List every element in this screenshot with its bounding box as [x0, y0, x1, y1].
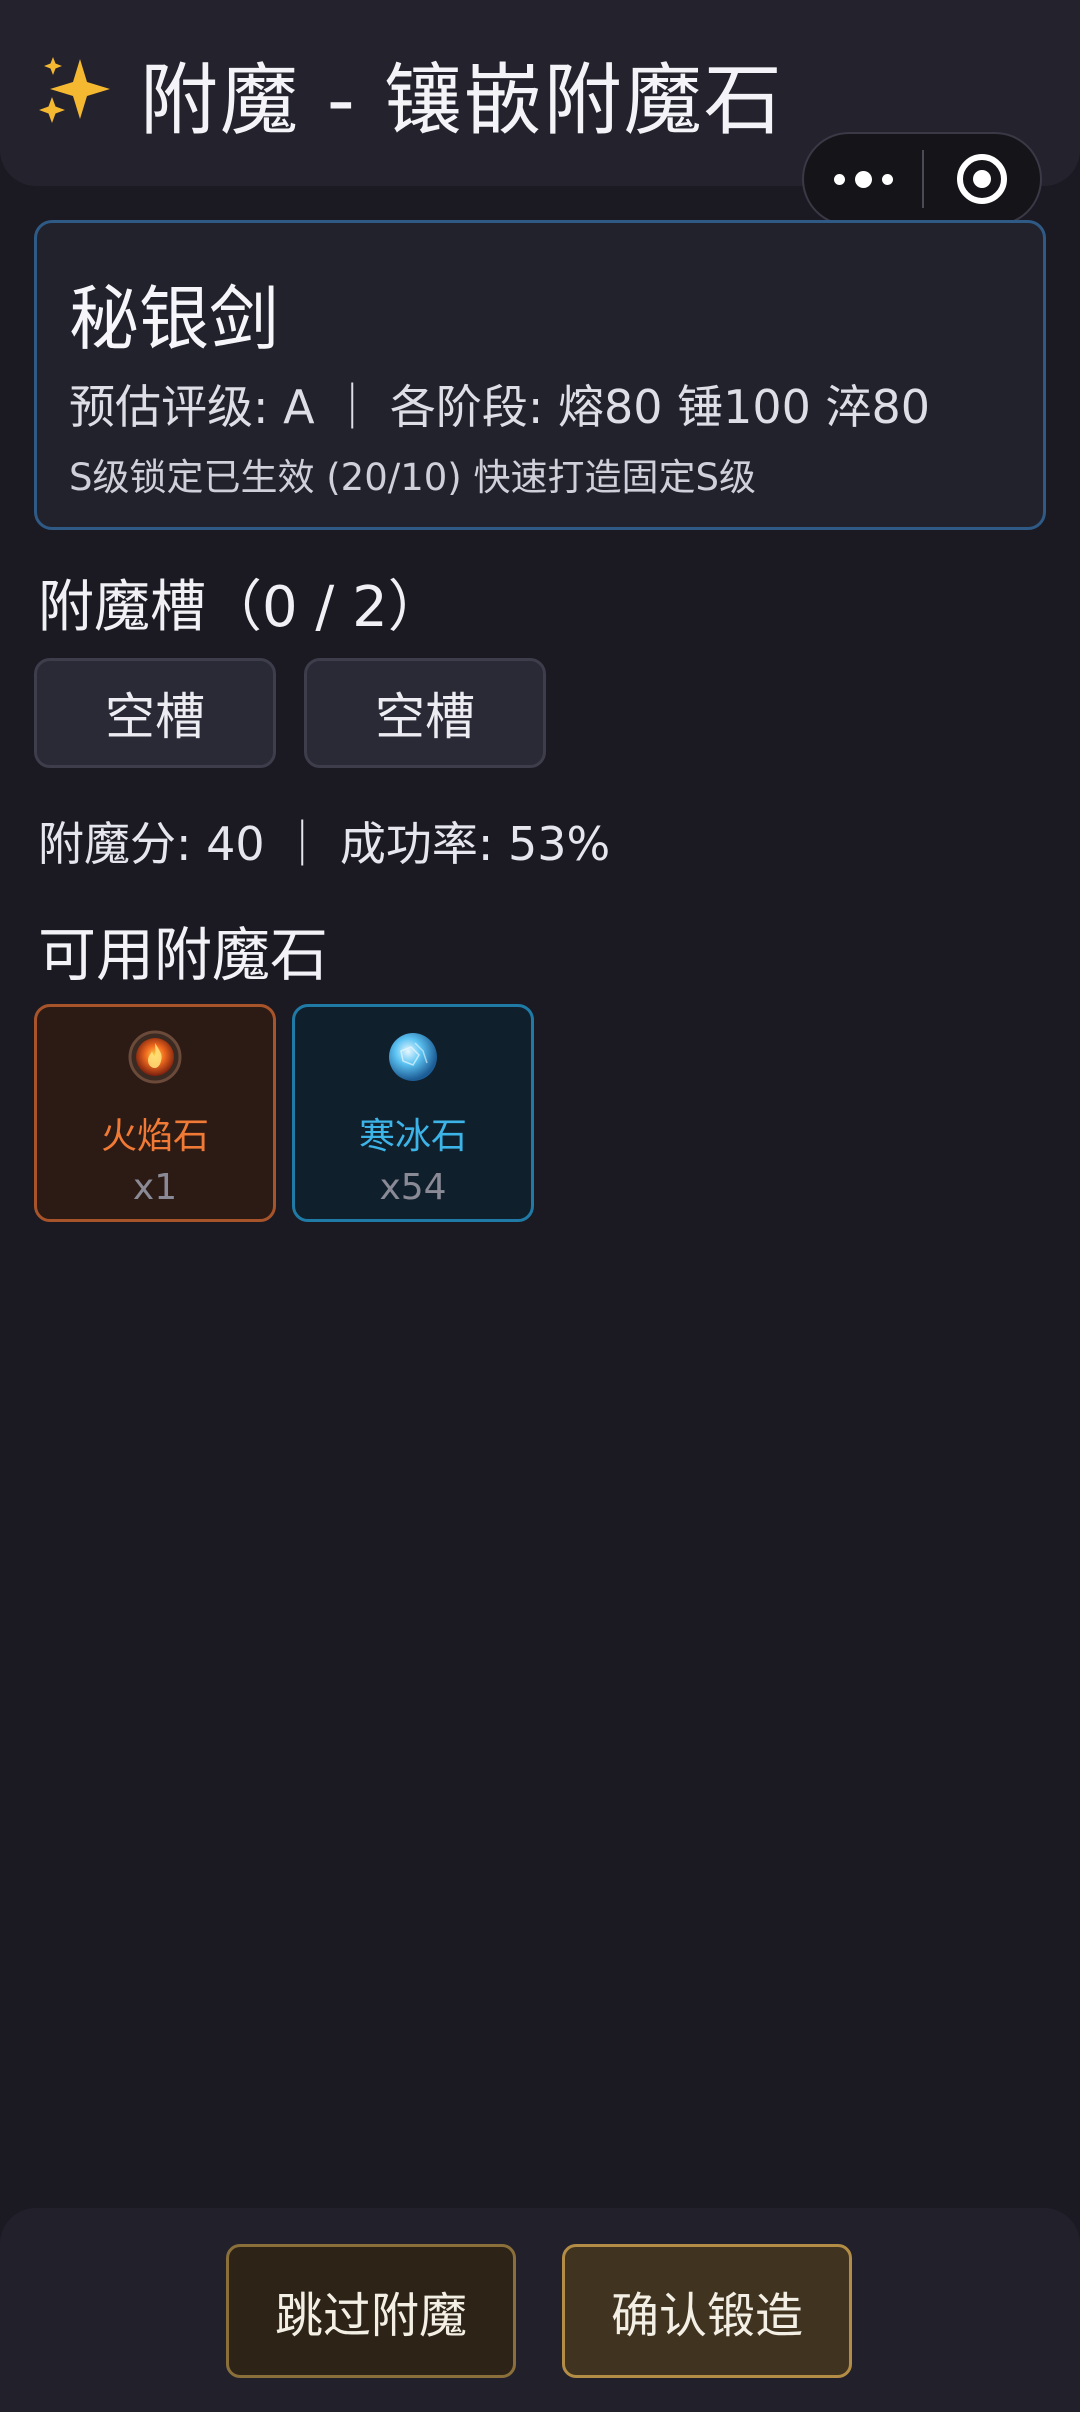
sparkle-icon [34, 53, 116, 135]
more-icon[interactable] [804, 134, 922, 224]
stone-name: 火焰石 [100, 1116, 209, 1157]
fire-gem-icon [127, 1029, 183, 1085]
stone-name: 寒冰石 [358, 1116, 467, 1157]
confirm-forge-button[interactable]: 确认锻造 [562, 2244, 852, 2378]
ice-gem-icon [385, 1029, 441, 1085]
stones-title: 可用附魔石 [38, 921, 329, 989]
item-stats: 预估评级: A ｜ 各阶段: 熔80 锤100 淬80 [69, 380, 931, 434]
footer-bar: 跳过附魔 确认锻造 [0, 2208, 1080, 2412]
skip-enchant-button[interactable]: 跳过附魔 [226, 2244, 516, 2378]
mini-program-capsule [802, 132, 1042, 226]
item-name: 秘银剑 [69, 278, 279, 360]
enchant-slot-2[interactable]: 空槽 [304, 658, 546, 768]
item-card: 秘银剑 预估评级: A ｜ 各阶段: 熔80 锤100 淬80 S级锁定已生效 … [34, 220, 1046, 530]
score-line: 附魔分: 40 ｜ 成功率: 53% [38, 817, 611, 871]
stone-count: x1 [132, 1167, 178, 1208]
target-icon[interactable] [924, 152, 1040, 206]
item-note: S级锁定已生效 (20/10) 快速打造固定S级 [69, 456, 756, 499]
page-title-text: 附魔 - 镶嵌附魔石 [140, 56, 784, 146]
enchant-page: 附魔 - 镶嵌附魔石 秘银剑 预估评级: A ｜ 各阶段: 熔80 锤100 淬… [0, 0, 1080, 2412]
page-title: 附魔 - 镶嵌附魔石 [34, 44, 784, 146]
stone-card-fire[interactable]: 火焰石 x1 [34, 1004, 276, 1222]
stone-count: x54 [379, 1167, 447, 1208]
enchant-slot-1[interactable]: 空槽 [34, 658, 276, 768]
slots-title: 附魔槽（0 / 2） [38, 575, 444, 640]
stone-card-ice[interactable]: 寒冰石 x54 [292, 1004, 534, 1222]
